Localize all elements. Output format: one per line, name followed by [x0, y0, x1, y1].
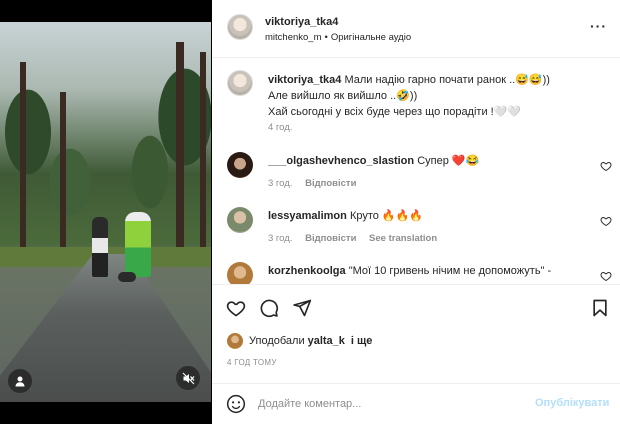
speaker-muted-icon — [182, 372, 194, 384]
caption-text: viktoriya_tka4 Мали надію гарно почати р… — [268, 72, 598, 120]
commenter-avatar[interactable] — [227, 262, 253, 284]
tree-trunk — [20, 62, 26, 262]
reply-button[interactable]: Відповісти — [305, 178, 356, 189]
share-paper-plane-icon[interactable] — [292, 298, 312, 318]
post-details-panel: viktoriya_tka4 mitchenko_m • Оригінальне а… — [212, 0, 620, 424]
comment-text: Супер ❤️😂 — [417, 155, 480, 167]
author-avatar[interactable] — [227, 14, 253, 40]
likes-prefix: Уподобали — [249, 335, 305, 347]
like-comment-heart-icon[interactable] — [600, 160, 612, 172]
dog-figure — [118, 272, 136, 282]
likes-others-link[interactable]: і ще — [351, 335, 373, 347]
more-options-icon[interactable]: ··· — [590, 19, 607, 33]
caption-username[interactable]: viktoriya_tka4 — [268, 74, 341, 86]
audio-label[interactable]: Оригінальне аудіо — [331, 32, 411, 43]
separator-dot: • — [324, 32, 328, 43]
commenter-username[interactable]: lessyamalimon — [268, 210, 347, 222]
comment-bubble-icon[interactable] — [259, 298, 279, 318]
emoji-icon[interactable] — [226, 394, 246, 414]
tree-trunk — [60, 92, 66, 262]
commenter-username[interactable]: korzhenkoolga — [268, 265, 346, 277]
video-frame[interactable] — [0, 22, 211, 402]
like-comment-heart-icon[interactable] — [600, 215, 612, 227]
comment-input[interactable] — [258, 394, 518, 414]
post-timestamp[interactable]: 4 ГОД ТОМУ — [227, 358, 277, 367]
comment-time[interactable]: 3 год. — [268, 233, 292, 244]
audio-user[interactable]: mitchenko_m — [265, 32, 322, 43]
like-heart-icon[interactable] — [226, 298, 246, 318]
commenter-avatar[interactable] — [227, 152, 253, 178]
person-figure — [125, 212, 151, 277]
post-media[interactable] — [0, 0, 211, 424]
tagged-users-button[interactable] — [8, 369, 32, 393]
comment-item: lessyamalimon Круто 🔥🔥🔥 3 год. Відповіст… — [227, 207, 617, 257]
comment-meta: 3 год. Відповісти — [268, 178, 366, 189]
post-header: viktoriya_tka4 mitchenko_m • Оригінальне а… — [212, 0, 620, 58]
comment-text: Круто 🔥🔥🔥 — [349, 210, 424, 222]
comment-body: korzhenkoolga "Мої 10 гривень нічим не д… — [268, 264, 588, 279]
mute-button[interactable] — [176, 366, 200, 390]
see-translation-button[interactable]: See translation — [369, 233, 437, 244]
audio-info: mitchenko_m • Оригінальне аудіо — [265, 32, 411, 43]
caption-author-avatar[interactable] — [227, 70, 253, 96]
save-bookmark-icon[interactable] — [590, 298, 610, 318]
author-username[interactable]: viktoriya_tka4 — [265, 16, 338, 28]
caption-line-3: Хай сьогодні у всіх буде через що пораді… — [268, 106, 522, 118]
comment-item: korzhenkoolga "Мої 10 гривень нічим не д… — [227, 262, 617, 284]
caption-line-2: Але вийшло як вийшло ..🤣)) — [268, 90, 418, 102]
comment-item: ___olgashevhenco_slastion Супер ❤️😂 3 го… — [227, 152, 617, 202]
action-bar — [212, 284, 620, 328]
comment-time[interactable]: 3 год. — [268, 178, 292, 189]
likes-summary: Уподобали yalta_k і ще — [227, 333, 375, 349]
liker-username[interactable]: yalta_k — [308, 335, 345, 347]
post-comment-button[interactable]: Опублікувати — [535, 397, 609, 409]
caption-time[interactable]: 4 год. — [268, 122, 292, 133]
like-comment-heart-icon[interactable] — [600, 270, 612, 282]
comment-text: "Мої 10 гривень нічим не допоможуть" - — [348, 265, 552, 277]
tree-trunk — [176, 42, 184, 262]
person-icon — [15, 376, 25, 387]
commenter-avatar[interactable] — [227, 207, 253, 233]
comment-meta: 3 год. Відповісти See translation — [268, 233, 447, 244]
comment-body: lessyamalimon Круто 🔥🔥🔥 — [268, 209, 588, 224]
add-comment-bar: Опублікувати — [212, 383, 620, 424]
reply-button[interactable]: Відповісти — [305, 233, 356, 244]
person-figure — [92, 217, 108, 277]
tree-trunk — [200, 52, 206, 262]
caption-line-1: Мали надію гарно почати ранок ..😅😅)) — [344, 74, 550, 86]
liker-avatar[interactable] — [227, 333, 243, 349]
caption-first-line: viktoriya_tka4 Мали надію гарно почати р… — [268, 72, 598, 88]
commenter-username[interactable]: ___olgashevhenco_slastion — [268, 155, 414, 167]
comment-body: ___olgashevhenco_slastion Супер ❤️😂 — [268, 154, 588, 169]
